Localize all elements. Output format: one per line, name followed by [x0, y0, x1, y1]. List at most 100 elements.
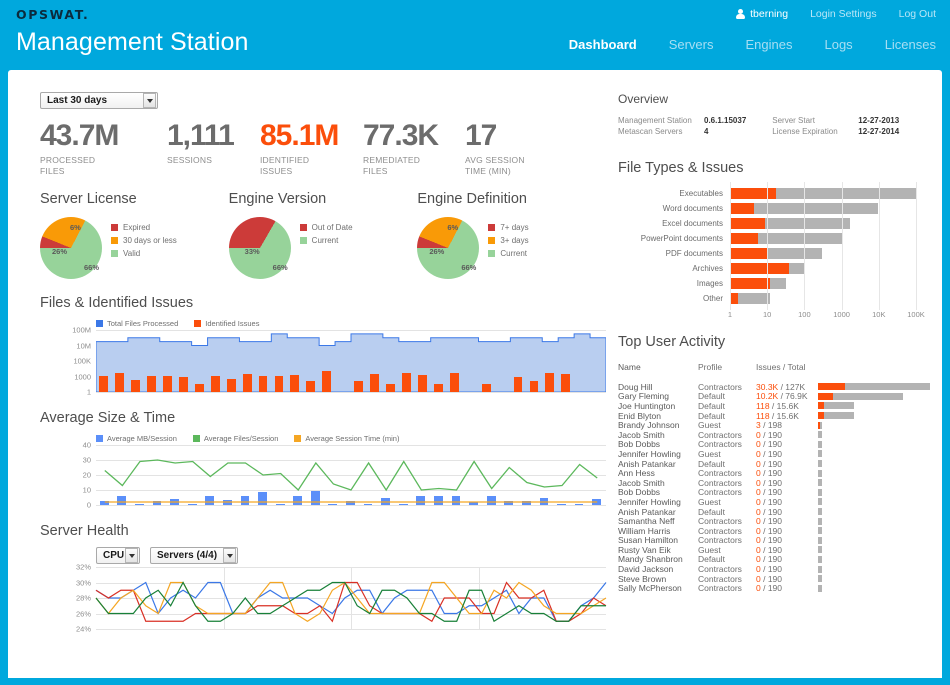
total-bar — [770, 278, 787, 289]
file-type-label: Word documents — [662, 204, 723, 213]
legend-item: Current — [299, 234, 353, 247]
server-health-title: Server Health — [40, 523, 129, 539]
issues-bar — [730, 248, 768, 259]
total-bar — [818, 450, 822, 458]
pie-slice-label: 6% — [70, 223, 81, 232]
total-bar — [818, 555, 822, 563]
user-name: Anish Patankar — [618, 506, 676, 517]
issues-bar — [322, 371, 332, 392]
metric-select[interactable]: CPU — [96, 547, 140, 564]
user-issues: 0 / 190 — [756, 448, 783, 459]
files-issues-plot: 100M 10M 100K 1000 1 — [72, 326, 606, 397]
file-type-row: PDF documents — [618, 246, 942, 261]
kpi-4: 17 AVG SESSION TIME (MIN) — [465, 119, 545, 177]
issues-bar — [481, 384, 491, 392]
user-name: Susan Hamilton — [618, 535, 679, 546]
user-bar — [818, 488, 942, 496]
issues-bar — [818, 383, 845, 391]
user-bar — [818, 479, 942, 487]
total-bar — [754, 203, 878, 214]
top-right-links: tberning Login Settings Log Out — [736, 8, 936, 20]
files-issues-chart-block: Files & Identified Issues Total Files Pr… — [40, 295, 606, 397]
overview-right-rows: Server Start 12-27-2013 License Expirati… — [772, 115, 899, 137]
file-type-bars — [730, 248, 942, 259]
legend-label: 7+ days — [500, 223, 529, 232]
nav-servers[interactable]: Servers — [669, 37, 714, 52]
user-bar — [818, 527, 942, 535]
pie-slice-label: 26% — [52, 247, 68, 256]
y-tick: 10M — [76, 341, 91, 350]
header-profile: Profile — [698, 362, 723, 372]
total-bar — [818, 584, 822, 592]
user-profile: Guest — [698, 496, 721, 507]
issues-bar — [433, 384, 443, 392]
file-type-row: Images — [618, 276, 942, 291]
user-bar — [818, 412, 942, 420]
pie-slice-label: 33% — [244, 247, 260, 256]
log-out-link[interactable]: Log Out — [899, 8, 936, 20]
user-name: Jennifer Howling — [618, 496, 681, 507]
user-profile: Guest — [698, 448, 721, 459]
file-type-label: Archives — [692, 264, 723, 273]
user-bar — [818, 584, 942, 592]
user-issues: 0 / 190 — [756, 506, 783, 517]
user-name: Jacob Smith — [618, 477, 665, 488]
kpi-3: 77.3K REMEDIATED FILES — [363, 119, 465, 177]
legend-swatch-icon — [111, 250, 118, 257]
issues-bar — [730, 293, 738, 304]
file-type-bars — [730, 278, 942, 289]
kpi-label: REMEDIATED FILES — [363, 155, 421, 176]
table-row: Bob Dobbs Contractors 0 / 190 — [618, 439, 942, 450]
issues-bar — [290, 375, 300, 392]
kpi-label: IDENTIFIED ISSUES — [260, 155, 310, 176]
user-account[interactable]: tberning — [736, 8, 788, 20]
user-bar — [818, 498, 942, 506]
issues-bar — [730, 263, 789, 274]
user-issues: 0 / 190 — [756, 439, 783, 450]
user-bar — [818, 450, 942, 458]
user-profile: Contractors — [698, 525, 742, 536]
user-name: Jacob Smith — [618, 429, 665, 440]
top-utility-bar: OPSWAT. tberning Login Settings Log Out — [0, 0, 950, 30]
pie-slice-label: 66% — [461, 263, 477, 272]
table-row: Rusty Van Eik Guest 0 / 190 — [618, 545, 942, 555]
table-row: Jennifer Howling Guest 0 / 190 — [618, 449, 942, 459]
user-name: William Harris — [618, 525, 671, 536]
user-issues: 0 / 190 — [756, 544, 783, 555]
user-profile: Contractors — [698, 381, 742, 392]
metric-select-value: CPU — [103, 550, 125, 561]
nav-dashboard[interactable]: Dashboard — [569, 37, 637, 52]
file-types-title: File Types & Issues — [618, 160, 744, 176]
issues-bar — [370, 373, 380, 392]
user-name: Sally McPherson — [618, 583, 682, 594]
date-range-select[interactable]: Last 30 days — [40, 92, 158, 109]
user-issues: 0 / 190 — [756, 525, 783, 536]
legend-item: Identified Issues — [194, 319, 259, 328]
file-type-bars — [730, 233, 942, 244]
nav-engines[interactable]: Engines — [746, 37, 793, 52]
table-row: Bob Dobbs Contractors 0 / 190 — [618, 487, 942, 498]
user-name: Steve Brown — [618, 573, 667, 584]
issues-bar — [818, 402, 824, 410]
overview-value: 12-27-2013 — [858, 116, 900, 125]
nav-licenses[interactable]: Licenses — [885, 37, 936, 52]
x-tick: 100K — [907, 310, 925, 319]
issues-bar — [818, 421, 820, 429]
user-activity-table: Name Profile Issues / Total Doug Hill Co… — [618, 359, 942, 593]
issues-bar — [529, 381, 539, 392]
x-tick: 1 — [727, 310, 733, 319]
user-issues: 0 / 190 — [756, 554, 783, 565]
user-profile: Contractors — [698, 439, 742, 450]
issues-bar — [115, 373, 125, 392]
main-navigation: Dashboard Servers Engines Logs Licenses — [569, 37, 936, 52]
app-header: Management Station Dashboard Servers Engin… — [0, 28, 950, 68]
nav-logs[interactable]: Logs — [824, 37, 852, 52]
server-select[interactable]: Servers (4/4) — [150, 547, 238, 564]
user-name: Bob Dobbs — [618, 487, 661, 498]
legend-label: Average Session Time (min) — [305, 434, 400, 443]
kpi-value: 17 — [465, 119, 497, 152]
login-settings-link[interactable]: Login Settings — [810, 8, 877, 20]
pie-chart: 6% 26% 66% — [40, 217, 102, 279]
legend-swatch-icon — [111, 224, 118, 231]
table-row: Anish Patankar Default 0 / 190 — [618, 459, 942, 469]
